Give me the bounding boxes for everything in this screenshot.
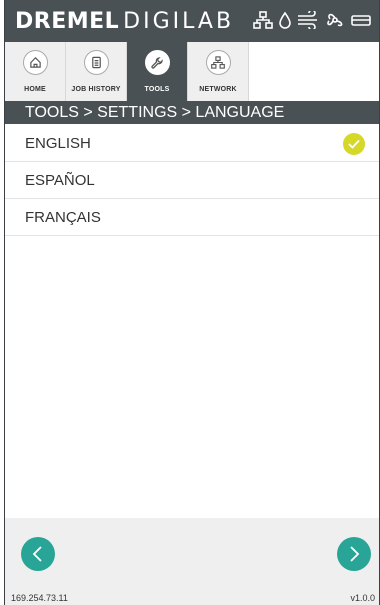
fan-icon bbox=[325, 11, 345, 29]
tab-home-label: HOME bbox=[24, 86, 46, 93]
language-label: ENGLISH bbox=[25, 134, 91, 152]
bed-icon bbox=[351, 11, 371, 29]
tab-home[interactable]: HOME bbox=[5, 42, 66, 101]
brand-primary: DREMEL bbox=[15, 8, 120, 34]
ip-address: 169.254.73.11 bbox=[11, 593, 68, 603]
status-icons bbox=[253, 11, 371, 29]
back-button[interactable] bbox=[21, 537, 55, 571]
job-history-icon bbox=[83, 50, 109, 75]
tab-network-label: NETWORK bbox=[199, 86, 237, 93]
chevron-right-icon bbox=[350, 546, 360, 562]
language-label: ESPAÑOL bbox=[25, 171, 95, 189]
drop-icon bbox=[279, 11, 291, 29]
tab-job-history-label: JOB HISTORY bbox=[71, 86, 121, 93]
home-icon bbox=[22, 50, 48, 75]
network-status-icon bbox=[253, 11, 273, 29]
tab-network[interactable]: NETWORK bbox=[188, 42, 249, 101]
next-button[interactable] bbox=[337, 537, 371, 571]
tab-tools-label: TOOLS bbox=[144, 86, 170, 93]
language-item-francais[interactable]: FRANÇAIS bbox=[5, 199, 379, 236]
breadcrumb: TOOLS > SETTINGS > LANGUAGE bbox=[5, 101, 379, 124]
version-label: v1.0.0 bbox=[350, 593, 375, 603]
app-frame: DREMEL DIGILAB HOME JOB HISTORY TOOLS NE… bbox=[4, 0, 380, 605]
bottom-bar: 169.254.73.11 v1.0.0 bbox=[5, 518, 379, 605]
top-bar: DREMEL DIGILAB bbox=[5, 0, 379, 42]
network-icon bbox=[205, 50, 231, 75]
brand-logo: DREMEL DIGILAB bbox=[15, 9, 234, 34]
language-item-espanol[interactable]: ESPAÑOL bbox=[5, 162, 379, 199]
language-list: ENGLISH ESPAÑOL FRANÇAIS bbox=[5, 125, 379, 236]
tab-tools[interactable]: TOOLS bbox=[127, 42, 188, 101]
check-icon bbox=[343, 133, 365, 155]
wrench-icon bbox=[144, 50, 170, 75]
chevron-left-icon bbox=[32, 546, 42, 562]
brand-secondary: DIGILAB bbox=[123, 8, 235, 34]
tab-job-history[interactable]: JOB HISTORY bbox=[66, 42, 127, 101]
language-label: FRANÇAIS bbox=[25, 208, 101, 226]
wind-icon bbox=[297, 11, 319, 29]
language-item-english[interactable]: ENGLISH bbox=[5, 125, 379, 162]
tab-bar: HOME JOB HISTORY TOOLS NETWORK bbox=[5, 42, 379, 101]
